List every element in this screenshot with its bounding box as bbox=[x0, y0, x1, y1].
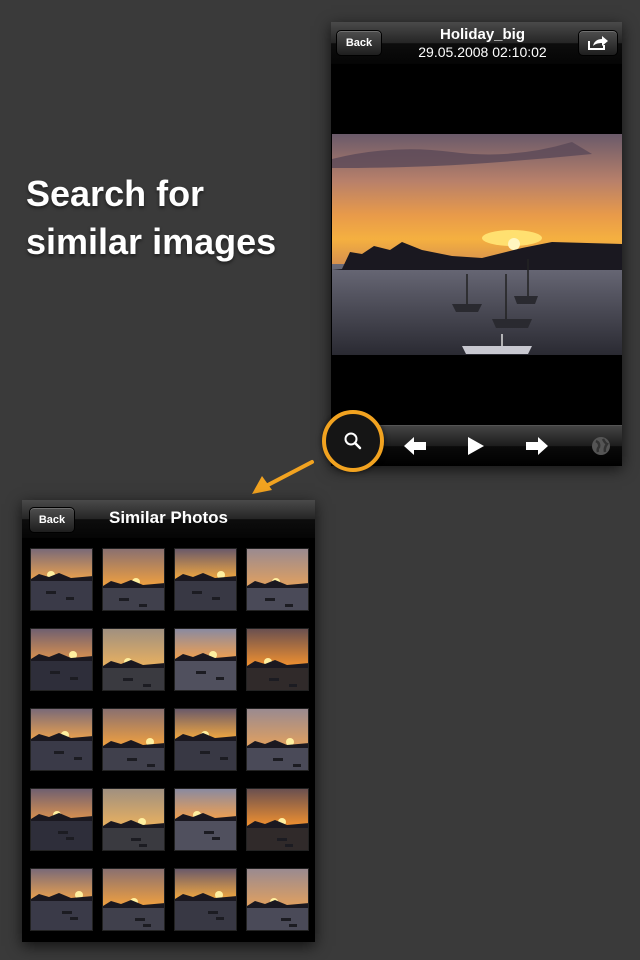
headline-line-1: Search for bbox=[26, 173, 205, 214]
share-icon bbox=[588, 36, 608, 50]
back-button[interactable]: Back bbox=[336, 30, 382, 56]
photo-thumbnail[interactable] bbox=[30, 548, 93, 611]
photo-thumbnail[interactable] bbox=[30, 708, 93, 771]
pointer-arrow-icon bbox=[252, 460, 314, 494]
photo-thumbnail[interactable] bbox=[30, 868, 93, 931]
globe-icon bbox=[592, 437, 610, 455]
search-icon bbox=[344, 432, 362, 450]
search-similar-button[interactable] bbox=[322, 410, 384, 472]
arrow-left-icon bbox=[404, 437, 426, 455]
photo-thumbnail[interactable] bbox=[102, 788, 165, 851]
photo-thumbnail[interactable] bbox=[246, 708, 309, 771]
share-button[interactable] bbox=[578, 30, 618, 56]
photo-title: Holiday_big bbox=[439, 26, 525, 43]
photo-thumbnail[interactable] bbox=[102, 868, 165, 931]
photo-viewer-screen: Back Holiday_big 29.05.2008 02:10:02 bbox=[331, 22, 622, 466]
photo-thumbnail[interactable] bbox=[102, 628, 165, 691]
photo-thumbnail[interactable] bbox=[174, 868, 237, 931]
map-button[interactable] bbox=[581, 426, 621, 466]
back-button[interactable]: Back bbox=[29, 507, 75, 533]
photo-thumbnail[interactable] bbox=[30, 628, 93, 691]
photo-thumbnail[interactable] bbox=[246, 868, 309, 931]
photo-thumbnail[interactable] bbox=[246, 628, 309, 691]
main-photo[interactable] bbox=[332, 134, 622, 355]
similar-title: Similar Photos bbox=[108, 508, 229, 527]
photo-thumbnail[interactable] bbox=[174, 548, 237, 611]
photo-thumbnail[interactable] bbox=[246, 788, 309, 851]
photo-thumbnail[interactable] bbox=[102, 548, 165, 611]
photo-timestamp: 29.05.2008 02:10:02 bbox=[418, 44, 547, 60]
similar-photos-grid bbox=[30, 548, 310, 931]
photo-thumbnail[interactable] bbox=[174, 788, 237, 851]
photo-thumbnail[interactable] bbox=[174, 628, 237, 691]
photo-thumbnail[interactable] bbox=[102, 708, 165, 771]
viewer-navbar: Back Holiday_big 29.05.2008 02:10:02 bbox=[331, 22, 622, 65]
next-button[interactable] bbox=[517, 426, 557, 466]
headline: Search for similar images bbox=[26, 170, 326, 266]
similar-navbar: Back Similar Photos bbox=[22, 500, 315, 539]
photo-thumbnail[interactable] bbox=[246, 548, 309, 611]
photo-thumbnail[interactable] bbox=[30, 788, 93, 851]
previous-button[interactable] bbox=[395, 426, 435, 466]
photo-thumbnail[interactable] bbox=[174, 708, 237, 771]
arrow-right-icon bbox=[526, 437, 548, 455]
similar-photos-screen: Back Similar Photos bbox=[22, 500, 315, 942]
headline-line-2: similar images bbox=[26, 221, 277, 262]
play-icon bbox=[468, 437, 484, 455]
play-button[interactable] bbox=[456, 426, 496, 466]
